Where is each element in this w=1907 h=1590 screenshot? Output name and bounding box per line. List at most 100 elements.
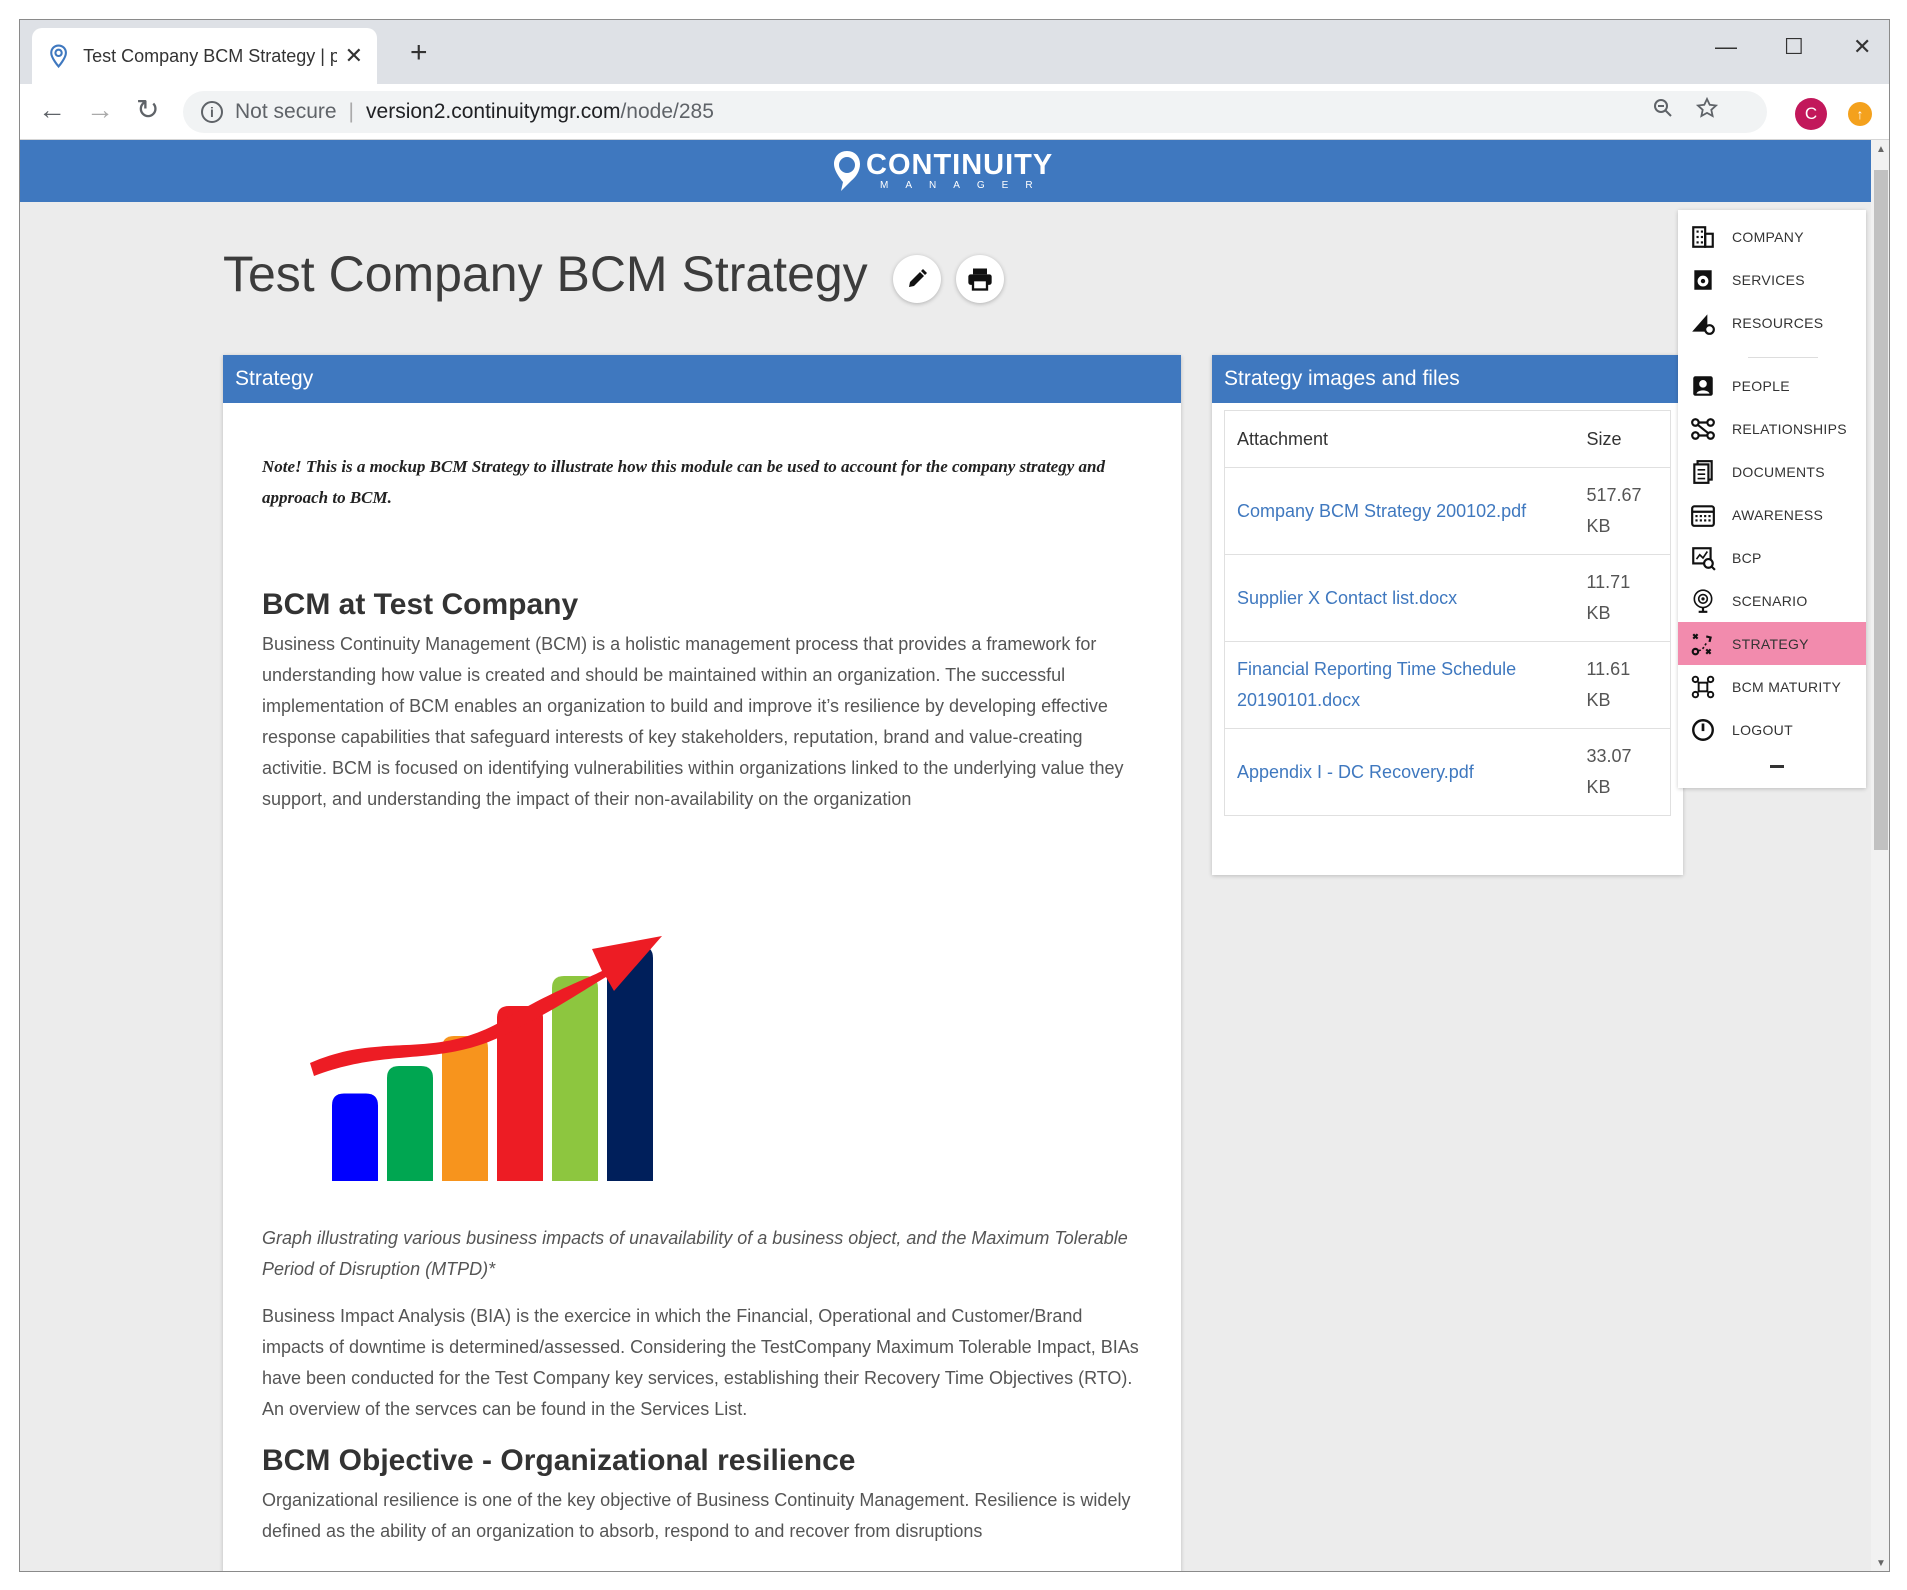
- section-text-bcm: Business Continuity Management (BCM) is …: [262, 634, 1124, 809]
- column-header-attachment: Attachment: [1224, 410, 1575, 468]
- nav-label: SCENARIO: [1732, 592, 1808, 609]
- address-bar[interactable]: i Not secure | version2.continuitymgr.co…: [183, 91, 1767, 133]
- forward-arrow-icon[interactable]: →: [86, 94, 114, 126]
- url-host: version2.continuitymgr.com: [366, 100, 621, 123]
- scrollbar-thumb[interactable]: [1874, 170, 1888, 850]
- maximize-button[interactable]: ☐: [1784, 34, 1804, 60]
- new-tab-button[interactable]: +: [410, 38, 428, 68]
- logo-pin-icon: [834, 151, 860, 191]
- nav-item-awareness[interactable]: AWARENESS: [1678, 493, 1866, 536]
- maturity-icon: [1691, 675, 1715, 698]
- attachment-size: 517.67 KB: [1574, 467, 1671, 555]
- attachment-size: 33.07 KB: [1574, 728, 1671, 816]
- print-button[interactable]: [956, 255, 1004, 303]
- attachment-size: 11.71 KB: [1574, 554, 1671, 642]
- growth-chart-svg: [310, 936, 662, 1181]
- documents-icon: [1693, 459, 1713, 484]
- image-bar: [332, 1093, 378, 1181]
- continuity-manager-logo[interactable]: CONTINUITY MANAGER: [830, 146, 1053, 196]
- nav-label: DOCUMENTS: [1732, 463, 1825, 480]
- building-icon: [1692, 225, 1714, 248]
- info-icon[interactable]: i: [201, 101, 223, 123]
- section-text-bia: Business Impact Analysis (BIA) is the ex…: [262, 1306, 1139, 1419]
- tab-title: Test Company BCM Strategy | personal: [83, 45, 336, 66]
- url-separator: |: [348, 100, 355, 123]
- strategy-note: Note! This is a mockup BCM Strategy to i…: [262, 457, 1105, 507]
- section-heading-objective: BCM Objective - Organizational resilienc…: [262, 1444, 856, 1477]
- nav-item-relationships[interactable]: RELATIONSHIPS: [1678, 407, 1866, 450]
- page-viewport: CONTINUITY MANAGER Test Company BCM Stra…: [20, 140, 1871, 1571]
- attachment-link[interactable]: Supplier X Contact list.docx: [1224, 554, 1575, 642]
- image-bar: [552, 976, 598, 1181]
- nav-item-bcp[interactable]: BCP: [1678, 536, 1866, 579]
- page-title: Test Company BCM Strategy: [223, 246, 868, 302]
- nav-item-company[interactable]: COMPANY: [1678, 215, 1866, 258]
- attachment-link[interactable]: Financial Reporting Time Schedule 201901…: [1224, 641, 1575, 729]
- section-heading-bcm: BCM at Test Company: [262, 588, 579, 621]
- tab-close-icon[interactable]: ✕: [345, 43, 363, 69]
- edit-button[interactable]: [893, 255, 941, 303]
- section-text-objective: Organizational resilience is one of the …: [262, 1490, 1131, 1541]
- nav-item-people[interactable]: PEOPLE: [1678, 364, 1866, 407]
- attachment-size: 11.61 KB: [1574, 641, 1671, 729]
- nav-divider: [1748, 357, 1818, 358]
- nav-label: AWARENESS: [1732, 506, 1824, 523]
- page-scrollbar[interactable]: ▲ ▼: [1871, 140, 1889, 1571]
- bcp-icon: [1692, 546, 1716, 571]
- star-icon[interactable]: [1695, 96, 1719, 120]
- extension-icon[interactable]: ↑: [1848, 102, 1872, 126]
- scroll-up-icon[interactable]: ▲: [1876, 144, 1886, 155]
- image-bar: [387, 1066, 433, 1181]
- attachment-link[interactable]: Appendix I - DC Recovery.pdf: [1224, 728, 1575, 816]
- nav-label: SERVICES: [1732, 271, 1805, 288]
- nav-collapse-dash[interactable]: [1770, 765, 1784, 768]
- nav-item-scenario[interactable]: SCENARIO: [1678, 579, 1866, 622]
- nav-item-resources[interactable]: RESOURCES: [1678, 301, 1866, 344]
- browser-toolbar: ← → ↻ i Not secure | version2.continuity…: [20, 84, 1889, 140]
- nav-label: RELATIONSHIPS: [1732, 420, 1847, 437]
- profile-avatar[interactable]: C: [1795, 98, 1827, 130]
- files-card-header: Strategy images and files: [1212, 355, 1683, 403]
- strategy-card: Strategy Note! This is a mockup BCM Stra…: [223, 355, 1181, 1571]
- table-row: Appendix I - DC Recovery.pdf 33.07 KB: [1224, 728, 1671, 816]
- strategy-card-header: Strategy: [223, 355, 1181, 403]
- close-window-button[interactable]: ✕: [1853, 34, 1871, 60]
- nav-item-documents[interactable]: DOCUMENTS: [1678, 450, 1866, 493]
- column-header-size: Size: [1574, 410, 1671, 468]
- strategy-icon: [1691, 632, 1712, 655]
- nav-item-logout[interactable]: LOGOUT: [1678, 708, 1866, 751]
- site-header: CONTINUITY MANAGER: [20, 140, 1871, 202]
- reload-icon[interactable]: ↻: [136, 94, 159, 126]
- zoom-icon[interactable]: [1651, 96, 1675, 120]
- growth-chart-image: [262, 831, 822, 1211]
- location-pin-icon: [50, 44, 67, 69]
- person-icon: [1693, 375, 1713, 396]
- browser-window: Test Company BCM Strategy | personal ✕ +…: [19, 19, 1890, 1572]
- table-row: Supplier X Contact list.docx 11.71 KB: [1224, 554, 1671, 642]
- image-bar: [442, 1036, 488, 1181]
- nav-label: LOGOUT: [1732, 721, 1793, 738]
- nav-label: STRATEGY: [1732, 635, 1809, 652]
- not-secure-label: Not secure: [235, 100, 337, 123]
- pencil-icon: [909, 269, 927, 287]
- nav-item-strategy[interactable]: STRATEGY: [1678, 622, 1866, 665]
- attachments-table: Attachment Size Company BCM Strategy 200…: [1224, 410, 1671, 816]
- printer-icon: [968, 268, 992, 291]
- logo-sub: MANAGER: [880, 180, 1050, 191]
- table-row: Company BCM Strategy 200102.pdf 517.67 K…: [1224, 467, 1671, 555]
- browser-tab[interactable]: Test Company BCM Strategy | personal ✕: [32, 28, 377, 84]
- nav-label: PEOPLE: [1732, 377, 1790, 394]
- attachment-link[interactable]: Company BCM Strategy 200102.pdf: [1224, 467, 1575, 555]
- scroll-down-icon[interactable]: ▼: [1876, 1558, 1886, 1569]
- url-path: /node/285: [620, 100, 714, 123]
- nav-item-services[interactable]: SERVICES: [1678, 258, 1866, 301]
- minimize-button[interactable]: —: [1715, 34, 1737, 60]
- strategy-content: Note! This is a mockup BCM Strategy to i…: [223, 403, 1181, 1547]
- nav-item-bcm-maturity[interactable]: BCM MATURITY: [1678, 665, 1866, 708]
- nav-label: COMPANY: [1732, 228, 1804, 245]
- back-arrow-icon[interactable]: ←: [38, 94, 66, 126]
- image-caption: Graph illustrating various business impa…: [262, 1228, 1128, 1279]
- services-icon: [1694, 269, 1712, 290]
- resources-icon: [1692, 313, 1715, 335]
- files-card: Strategy images and files Attachment Siz…: [1212, 355, 1683, 875]
